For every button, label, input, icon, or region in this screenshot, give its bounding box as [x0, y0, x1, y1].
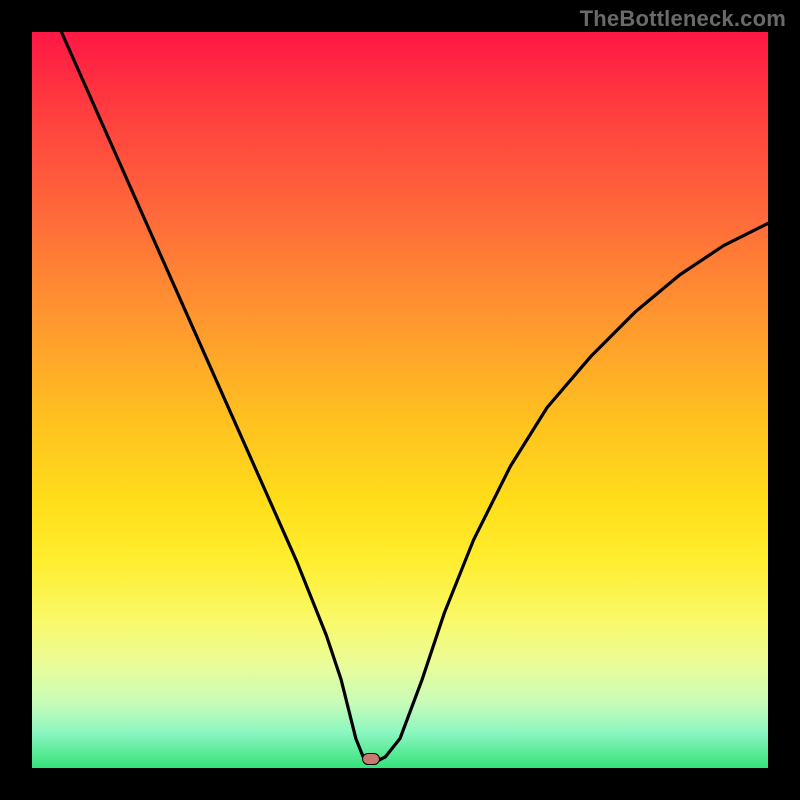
watermark-text: TheBottleneck.com [580, 6, 786, 32]
chart-frame: TheBottleneck.com [0, 0, 800, 800]
curve-svg [32, 32, 768, 768]
bottleneck-curve [61, 32, 768, 761]
minimum-marker [362, 753, 380, 765]
plot-area [32, 32, 768, 768]
